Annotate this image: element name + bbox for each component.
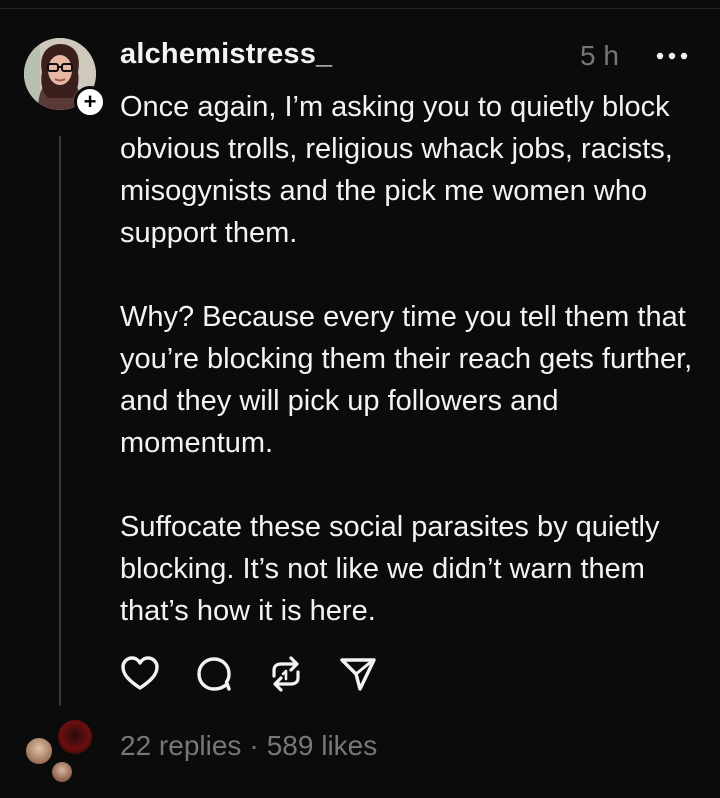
author-avatar-group[interactable]: + [24, 38, 106, 118]
replies-count[interactable]: 22 replies [120, 730, 241, 761]
like-button[interactable] [120, 654, 160, 694]
likes-count[interactable]: 589 likes [267, 730, 378, 761]
avatar [24, 736, 54, 766]
follow-button[interactable]: + [74, 86, 106, 118]
reply-button[interactable] [194, 654, 234, 694]
share-icon [340, 658, 376, 691]
repost-icon [272, 656, 300, 692]
separator: · [249, 730, 259, 761]
post-paragraph: Once again, I’m asking you to quietly bl… [120, 91, 673, 249]
repost-button[interactable] [266, 654, 306, 694]
comment-icon [197, 657, 231, 691]
thread-line [59, 136, 61, 706]
replier-avatars[interactable] [24, 718, 104, 784]
thread-post: + alchemistress_ 5 h Once again, I’m ask… [0, 0, 720, 798]
avatar [56, 718, 94, 756]
heart-icon [121, 656, 159, 690]
post-text: Once again, I’m asking you to quietly bl… [120, 86, 700, 632]
share-button[interactable] [338, 654, 378, 694]
top-divider [0, 0, 720, 9]
more-options-icon[interactable] [655, 48, 689, 64]
post-stats: 22 replies · 589 likes [120, 730, 377, 762]
timestamp: 5 h [580, 40, 619, 71]
post-paragraph: Suffocate these social parasites by quie… [120, 511, 660, 627]
avatar [50, 760, 74, 784]
username[interactable]: alchemistress_ [120, 38, 332, 71]
post-paragraph: Why? Because every time you tell them th… [120, 301, 693, 459]
